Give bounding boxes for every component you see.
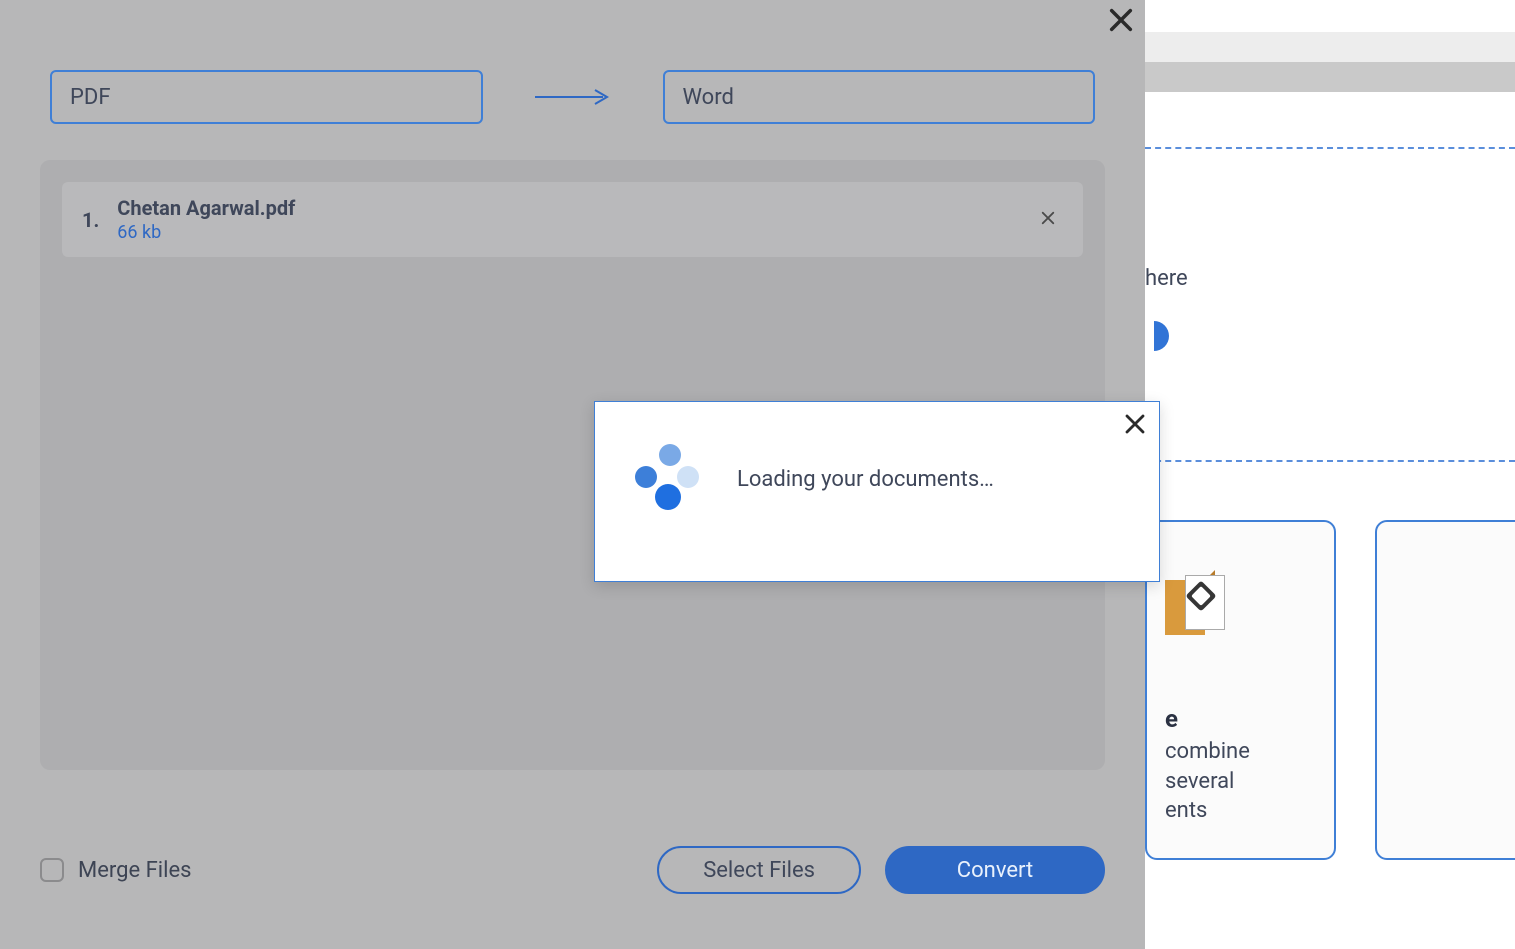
bg-card-desc-1: combine several <box>1165 739 1250 794</box>
bg-bar-dark <box>1145 62 1515 92</box>
bg-card-title: e <box>1165 705 1316 733</box>
bg-blue-bubble <box>1154 321 1169 351</box>
bg-feature-card[interactable]: e combine several ents <box>1145 520 1336 860</box>
bg-dashed-line-top <box>1145 147 1515 149</box>
bg-feature-card-2[interactable] <box>1375 520 1515 860</box>
close-modal-button[interactable] <box>1123 412 1147 440</box>
loading-modal: Loading your documents… <box>594 401 1160 582</box>
loading-spinner-icon <box>635 444 705 514</box>
merge-documents-icon <box>1165 575 1225 665</box>
close-icon <box>1123 421 1147 440</box>
background-right-pane: here e combine several ents <box>1145 0 1515 949</box>
bg-card-desc-2: ents <box>1165 798 1207 823</box>
bg-bar-light <box>1145 32 1515 62</box>
bg-dashed-line-bottom <box>1145 460 1515 462</box>
loading-message: Loading your documents… <box>737 467 994 492</box>
bg-drop-hint: here <box>1145 266 1188 291</box>
bg-card-desc: combine several ents <box>1165 737 1316 826</box>
